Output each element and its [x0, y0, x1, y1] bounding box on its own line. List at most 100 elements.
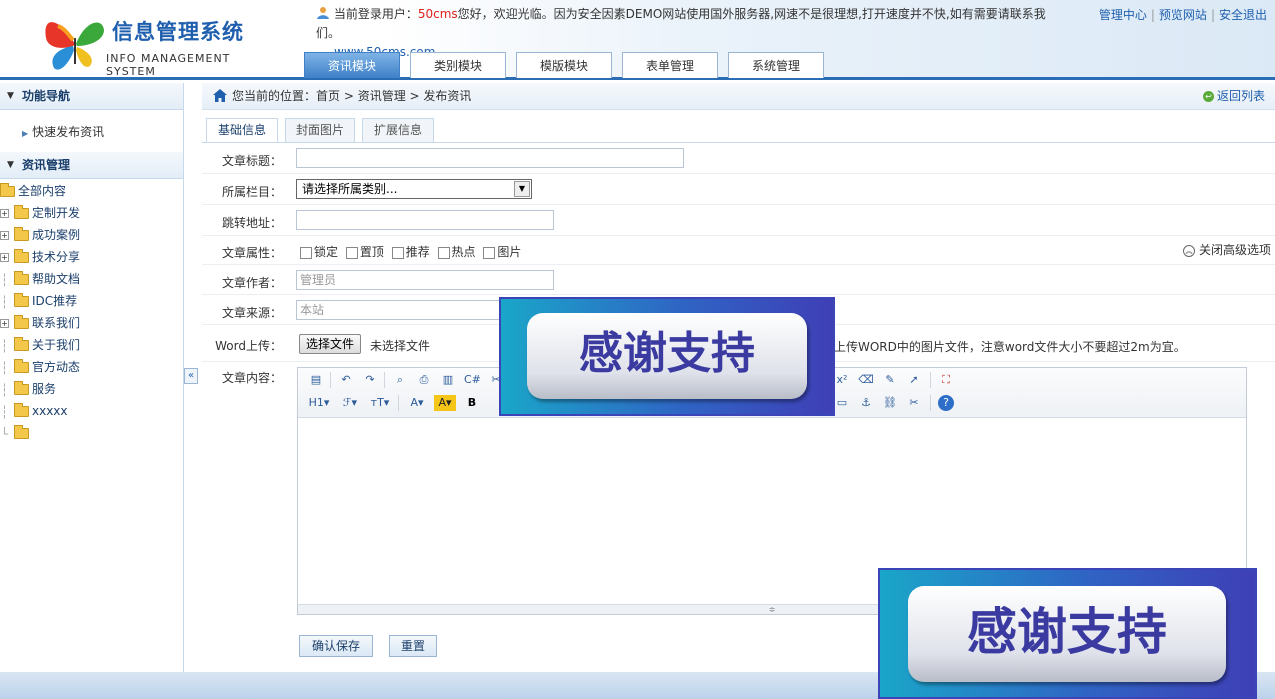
recommend-checkbox[interactable] — [391, 246, 404, 259]
back-label: 返回列表 — [1216, 89, 1265, 103]
font-family-icon[interactable]: ℱ▾ — [338, 395, 362, 411]
author-input[interactable]: 管理员 — [296, 270, 554, 290]
tab-template-module[interactable]: 模版模块 — [516, 52, 612, 78]
highlight-color-icon[interactable]: A▾ — [434, 395, 456, 411]
user-icon — [317, 7, 329, 19]
logout-link[interactable]: 安全退出 — [1219, 8, 1267, 22]
tree-item[interactable]: ┆ 官方动态 — [0, 356, 183, 378]
tab-extended-info[interactable]: 扩展信息 — [362, 118, 434, 142]
form-row-attributes: 文章属性： 锁定 置顶 推荐 热点 图片 ︽ 关闭高级选项 — [202, 236, 1275, 265]
tree-item[interactable]: + 成功案例 — [0, 224, 183, 246]
source-icon[interactable]: ▤ — [308, 372, 324, 388]
code-icon[interactable]: C# — [464, 372, 481, 388]
tree-item[interactable]: └ — [0, 422, 183, 444]
attr-label: 图片 — [497, 245, 522, 259]
breadcrumb: 您当前的位置：首页 > 资讯管理 > 发布资讯 ↩ 返回列表 — [202, 83, 1275, 110]
tree-item[interactable]: ┆ xxxxx — [0, 400, 183, 422]
tree-item[interactable]: ┆ 服务 — [0, 378, 183, 400]
breadcrumb-path[interactable]: 首页 > 资讯管理 > 发布资讯 — [316, 89, 471, 103]
form-row-author: 文章作者： 管理员 — [202, 265, 1275, 295]
tree-root[interactable]: 全部内容 — [0, 180, 183, 202]
admin-center-link[interactable]: 管理中心 — [1099, 8, 1147, 22]
reset-button[interactable]: 重置 — [389, 635, 437, 657]
font-size-icon[interactable]: тT▾ — [368, 395, 392, 411]
form-row-title: 文章标题： — [202, 143, 1275, 174]
thanks-banner: 感谢支持 — [878, 568, 1257, 699]
print-icon[interactable]: ⎙ — [416, 372, 432, 388]
lock-checkbox[interactable] — [300, 246, 312, 259]
clear-format-icon[interactable]: ⌫ — [858, 372, 874, 388]
tree-item[interactable]: ┆ IDC推荐 — [0, 290, 183, 312]
preview-site-link[interactable]: 预览网站 — [1159, 8, 1207, 22]
unlink-icon[interactable]: ✂ — [906, 395, 922, 411]
fullscreen-icon[interactable]: ⛶ — [938, 372, 954, 388]
folder-icon — [14, 403, 29, 417]
template-icon[interactable]: ▥ — [440, 372, 456, 388]
nav-title: 功能导航 — [22, 89, 71, 103]
heading-icon[interactable]: H1▾ — [306, 395, 332, 411]
image-checkbox[interactable] — [483, 246, 496, 259]
form-row-category: 所属栏目： 请选择所属类别... ▼ — [202, 174, 1275, 205]
back-to-list-link[interactable]: ↩ 返回列表 — [1202, 83, 1265, 110]
tab-news-module[interactable]: 资讯模块 — [304, 52, 400, 78]
category-label: 所属栏目： — [221, 185, 282, 199]
attr-label: 热点 — [451, 245, 476, 259]
attr-label: 置顶 — [359, 245, 384, 259]
breadcrumb-prefix: 您当前的位置： — [232, 89, 317, 103]
top-links: 管理中心 | 预览网站 | 安全退出 — [1099, 6, 1267, 23]
toolbar-divider — [930, 395, 931, 411]
tree-item-label: 联系我们 — [32, 316, 81, 330]
sidebar-collapse-button[interactable]: « — [184, 368, 198, 384]
form-row-redirect: 跳转地址： — [202, 205, 1275, 236]
toolbar-divider — [398, 395, 399, 411]
link-icon[interactable]: ⛓ — [882, 395, 898, 411]
toolbar-divider — [330, 372, 331, 388]
advanced-toggle-label: 关闭高级选项 — [1198, 243, 1271, 257]
tab-basic-info[interactable]: 基础信息 — [206, 118, 278, 143]
tree-line: ┆ — [0, 404, 9, 419]
help-icon[interactable]: ? — [938, 395, 954, 411]
category-select[interactable]: 请选择所属类别... ▼ — [296, 179, 532, 199]
sidebar-nav-header[interactable]: ▼ 功能导航 — [0, 83, 183, 110]
logo-title: 信息管理系统 — [112, 20, 244, 44]
superscript-icon[interactable]: x² — [834, 372, 850, 388]
tree-item[interactable]: ┆ 帮助文档 — [0, 268, 183, 290]
title-label: 文章标题： — [221, 154, 282, 168]
preview-icon[interactable]: ⌕ — [392, 372, 408, 388]
anchor-icon[interactable]: ⚓ — [858, 395, 874, 411]
title-input[interactable] — [296, 148, 684, 168]
tree-item[interactable]: + 技术分享 — [0, 246, 183, 268]
undo-icon[interactable]: ↶ — [338, 372, 354, 388]
tree-item[interactable]: + 定制开发 — [0, 202, 183, 224]
tree-item-label: 技术分享 — [32, 250, 81, 264]
bold-icon[interactable]: B — [464, 395, 480, 411]
folder-icon — [14, 205, 29, 219]
tree-item[interactable]: + 联系我们 — [0, 312, 183, 334]
redo-icon[interactable]: ↷ — [362, 372, 378, 388]
sidebar-item-quick-publish[interactable]: ▶ 快速发布资讯 — [0, 110, 183, 152]
redirect-url-input[interactable] — [296, 210, 554, 230]
tree-item-label: IDC推荐 — [32, 294, 78, 308]
tab-category-module[interactable]: 类别模块 — [410, 52, 506, 78]
top-checkbox[interactable] — [345, 246, 358, 259]
tab-system-management[interactable]: 系统管理 — [728, 52, 824, 78]
expand-icon[interactable]: + — [0, 253, 9, 262]
advanced-options-toggle[interactable]: ︽ 关闭高级选项 — [1182, 241, 1271, 258]
choose-file-button[interactable]: 选择文件 — [299, 334, 362, 354]
tree-item-label: 定制开发 — [32, 206, 81, 220]
tree-item[interactable]: ┆ 关于我们 — [0, 334, 183, 356]
font-color-icon[interactable]: A▾ — [406, 395, 428, 411]
source-label: 文章来源： — [221, 306, 282, 320]
hot-checkbox[interactable] — [437, 246, 450, 259]
redirect-label: 跳转地址： — [221, 216, 282, 230]
select-all-icon[interactable]: ➚ — [906, 372, 922, 388]
expand-icon[interactable]: + — [0, 209, 9, 218]
expand-icon[interactable]: + — [0, 231, 9, 240]
page-break-icon[interactable]: ▭ — [834, 395, 850, 411]
format-painter-icon[interactable]: ✎ — [882, 372, 898, 388]
sidebar-section-header[interactable]: ▼ 资讯管理 — [0, 152, 183, 179]
expand-icon[interactable]: + — [0, 319, 9, 328]
tab-form-management[interactable]: 表单管理 — [622, 52, 718, 78]
tab-cover-image[interactable]: 封面图片 — [285, 118, 355, 142]
save-button[interactable]: 确认保存 — [299, 635, 373, 657]
